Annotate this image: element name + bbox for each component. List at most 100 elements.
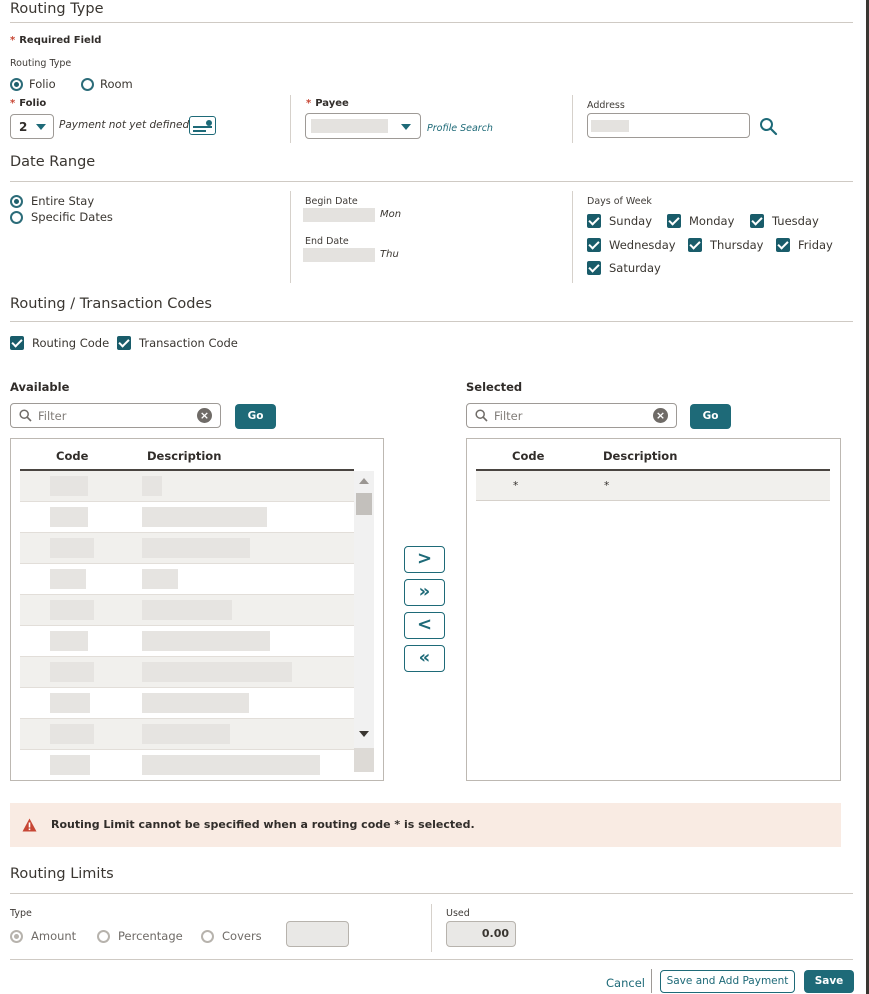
address-input[interactable] [587,113,750,138]
radio-percentage[interactable]: Percentage [97,929,183,943]
selected-filter-input[interactable]: Filter × [466,403,677,428]
radio-specific-dates[interactable]: Specific Dates [10,210,113,224]
profile-search-link[interactable]: Profile Search [427,123,493,134]
table-row[interactable] [20,533,354,564]
routing-type-label: Routing Type [10,58,72,69]
search-icon [475,409,488,422]
checkbox-thursday[interactable]: Thursday [688,238,763,252]
radio-amount[interactable]: Amount [10,929,76,943]
table-row[interactable] [20,657,354,688]
end-date-value [303,248,375,262]
section-divider [10,959,853,960]
table-row[interactable] [20,471,354,502]
code-cell [50,755,90,775]
cancel-button[interactable]: Cancel [606,976,645,990]
code-cell [50,476,88,496]
column-divider [290,95,291,143]
begin-date-value [303,208,375,222]
radio-folio[interactable]: Folio [10,77,56,91]
selected-go-button[interactable]: Go [690,404,731,429]
available-filter-input[interactable]: Filter × [10,403,221,428]
type-label: Type [10,908,32,919]
save-and-add-payment-button[interactable]: Save and Add Payment [660,970,795,993]
radio-covers[interactable]: Covers [201,929,262,943]
available-go-button[interactable]: Go [235,404,276,429]
table-row[interactable] [20,502,354,533]
table-row[interactable]: * * [476,471,830,501]
checkbox-wednesday[interactable]: Wednesday [587,238,676,252]
column-divider [572,191,573,283]
address-label: Address [587,100,625,111]
col-header-code: Code [56,449,89,463]
checkbox-transaction-code[interactable]: Transaction Code [117,336,238,350]
days-of-week-label: Days of Week [587,196,652,207]
checkbox-icon [667,214,681,228]
warning-icon [22,818,37,832]
table-row[interactable] [20,719,354,750]
scroll-corner [354,748,374,772]
payee-value [311,119,388,133]
limit-value-input[interactable] [286,921,349,947]
clear-icon[interactable]: × [197,408,212,423]
payment-toggle-icon[interactable] [189,116,216,135]
selected-table[interactable]: Code Description * * [466,438,841,781]
table-row[interactable] [20,688,354,719]
code-cell [50,693,90,713]
description-cell [142,538,250,558]
description-cell [142,507,267,527]
table-row[interactable] [20,564,354,595]
move-right-button[interactable]: > [404,546,445,573]
checkbox-saturday[interactable]: Saturday [587,261,661,275]
move-left-button[interactable]: < [404,612,445,639]
table-row[interactable] [20,595,354,626]
table-row[interactable] [20,626,354,657]
payee-select[interactable] [305,113,421,139]
clear-icon[interactable]: × [653,408,668,423]
checkbox-routing-code[interactable]: Routing Code [10,336,109,350]
date-range-title: Date Range [10,154,96,170]
footer-divider [651,969,652,993]
description-cell [142,724,230,744]
description-cell [142,662,292,682]
code-cell [50,507,88,527]
checkbox-monday[interactable]: Monday [667,214,734,228]
radio-room[interactable]: Room [81,77,133,91]
folio-select[interactable]: 2 [10,114,54,139]
radio-icon [10,77,23,91]
used-value: 0.00 [446,921,516,947]
selected-label: Selected [466,380,523,394]
search-icon[interactable] [759,117,778,136]
search-icon [19,409,32,422]
move-all-right-button[interactable]: » [404,579,445,606]
available-table[interactable]: Code Description [10,438,384,781]
scroll-thumb[interactable] [356,493,372,515]
description-cell [142,569,178,589]
save-button[interactable]: Save [804,970,854,993]
checkbox-sunday[interactable]: Sunday [587,214,652,228]
radio-icon [81,77,94,91]
checkbox-icon [587,238,601,252]
scroll-down-icon[interactable] [359,731,369,737]
begin-day: Mon [380,209,402,220]
radio-entire-stay[interactable]: Entire Stay [10,194,94,208]
section-divider [10,321,853,322]
section-divider [10,893,853,894]
scrollbar[interactable] [354,471,374,772]
checkbox-icon [117,336,131,350]
required-note: * Required Field [10,35,102,46]
description-cell [142,755,320,775]
checkbox-friday[interactable]: Friday [776,238,833,252]
description-cell [142,631,270,651]
section-divider [10,22,853,23]
checkbox-icon [587,261,601,275]
routing-limits-title: Routing Limits [10,866,114,882]
code-cell [50,724,94,744]
radio-icon [10,210,23,224]
scroll-up-icon[interactable] [359,478,369,484]
checkbox-tuesday[interactable]: Tuesday [750,214,819,228]
checkbox-icon [688,238,702,252]
table-row[interactable] [20,750,354,780]
available-rows [20,471,354,780]
column-divider [431,904,432,952]
move-all-left-button[interactable]: « [404,645,445,672]
